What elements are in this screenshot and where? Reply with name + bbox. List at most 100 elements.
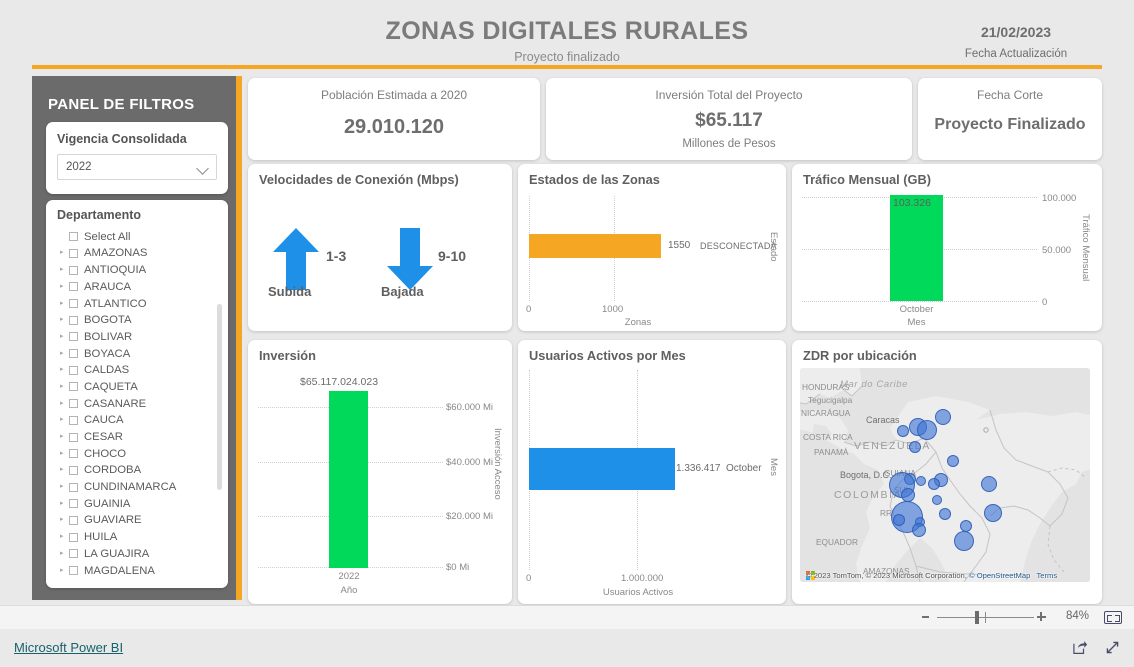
bar[interactable] — [529, 234, 661, 258]
expand-arrow-icon[interactable]: ▸ — [60, 462, 69, 478]
map-bubble[interactable] — [916, 476, 926, 486]
departamento-list[interactable]: Select All ▸ AMAZONAS ▸ ANTIOQUIA ▸ ARAUCA ▸ ATL… — [46, 228, 228, 584]
checkbox-icon[interactable] — [69, 315, 78, 325]
vigencia-value: 2022 — [66, 161, 92, 173]
departamento-item[interactable]: ▸ CHOCO — [46, 445, 228, 462]
map-bubble[interactable] — [932, 495, 942, 505]
checkbox-icon[interactable] — [69, 465, 78, 475]
departamento-scrollbar[interactable] — [217, 304, 222, 490]
checkbox-icon[interactable] — [69, 382, 78, 392]
departamento-item[interactable]: ▸ CALDAS — [46, 362, 228, 379]
map-bubble[interactable] — [893, 514, 905, 526]
expand-arrow-icon[interactable]: ▸ — [60, 496, 69, 512]
map-bubble[interactable] — [897, 425, 909, 437]
expand-arrow-icon[interactable]: ▸ — [60, 296, 69, 312]
expand-arrow-icon[interactable]: ▸ — [60, 262, 69, 278]
departamento-item[interactable]: ▸ CUNDINAMARCA — [46, 478, 228, 495]
checkbox-icon[interactable] — [69, 248, 78, 258]
departamento-item[interactable]: ▸ ANTIOQUIA — [46, 261, 228, 278]
departamento-item[interactable]: ▸ ATLANTICO — [46, 295, 228, 312]
arrow-up-icon — [273, 228, 319, 290]
checkbox-icon[interactable] — [69, 365, 78, 375]
departamento-item[interactable]: ▸ BOGOTA — [46, 311, 228, 328]
checkbox-icon[interactable] — [69, 549, 78, 559]
map-bubble[interactable] — [939, 508, 951, 520]
checkbox-icon[interactable] — [69, 232, 78, 242]
map-bubble[interactable] — [917, 420, 937, 440]
map-bubble[interactable] — [928, 478, 940, 490]
checkbox-icon[interactable] — [69, 432, 78, 442]
map-visual[interactable]: HONDURAS Tegucigalpa NICARÁGUA COSTA RICA PA… — [800, 368, 1090, 582]
expand-arrow-icon[interactable]: ▸ — [60, 379, 69, 395]
share-icon[interactable] — [1071, 639, 1088, 655]
checkbox-icon[interactable] — [69, 282, 78, 292]
departamento-item[interactable]: ▸ CORDOBA — [46, 462, 228, 479]
departamento-item[interactable]: ▸ CESAR — [46, 428, 228, 445]
fit-to-page-icon[interactable] — [1104, 611, 1122, 624]
map-bubble[interactable] — [909, 441, 921, 453]
checkbox-icon[interactable] — [69, 515, 78, 525]
map-bubble[interactable] — [912, 523, 926, 537]
list-fade — [46, 574, 228, 588]
departamento-item[interactable]: ▸ GUAVIARE — [46, 512, 228, 529]
checkbox-icon[interactable] — [69, 499, 78, 509]
expand-arrow-icon[interactable]: ▸ — [60, 512, 69, 528]
checkbox-icon[interactable] — [69, 482, 78, 492]
zoom-in-button-vertical[interactable] — [1040, 612, 1042, 621]
departamento-item[interactable]: ▸ CAUCA — [46, 412, 228, 429]
expand-arrow-icon[interactable]: ▸ — [60, 429, 69, 445]
departamento-item[interactable]: ▸ HUILA — [46, 528, 228, 545]
bar[interactable] — [329, 391, 368, 568]
expand-arrow-icon[interactable]: ▸ — [60, 446, 69, 462]
card-estados-zonas: Estados de las Zonas 1550 DESCONECTADA E… — [518, 164, 786, 331]
power-bi-link[interactable]: Microsoft Power BI — [14, 640, 123, 655]
openstreetmap-link[interactable]: © OpenStreetMap — [969, 571, 1030, 580]
fullscreen-icon[interactable] — [1104, 639, 1121, 656]
expand-arrow-icon[interactable]: ▸ — [60, 412, 69, 428]
departamento-item[interactable]: ▸ ARAUCA — [46, 278, 228, 295]
expand-arrow-icon[interactable]: ▸ — [60, 279, 69, 295]
report-page: ZONAS DIGITALES RURALES Proyecto finaliz… — [0, 0, 1134, 667]
bar[interactable] — [529, 448, 675, 490]
expand-arrow-icon[interactable]: ▸ — [60, 362, 69, 378]
checkbox-icon[interactable] — [69, 399, 78, 409]
departamento-item[interactable]: ▸ AMAZONAS — [46, 245, 228, 262]
expand-arrow-icon[interactable]: ▸ — [60, 479, 69, 495]
header-accent-rule — [32, 65, 1102, 69]
map-bubble[interactable] — [954, 531, 974, 551]
checkbox-icon[interactable] — [69, 349, 78, 359]
vigencia-dropdown[interactable]: 2022 — [57, 154, 217, 180]
map-bubble[interactable] — [935, 409, 951, 425]
zoom-out-button[interactable] — [922, 616, 929, 618]
map-bubble[interactable] — [901, 488, 915, 502]
expand-arrow-icon[interactable]: ▸ — [60, 546, 69, 562]
terms-link[interactable]: Terms — [1036, 571, 1057, 580]
map-bubble[interactable] — [947, 455, 959, 467]
departamento-item[interactable]: ▸ GUAINIA — [46, 495, 228, 512]
checkbox-icon[interactable] — [69, 332, 78, 342]
map-bubble[interactable] — [981, 476, 997, 492]
bar[interactable] — [890, 195, 943, 301]
departamento-item[interactable]: ▸ CAQUETA — [46, 378, 228, 395]
departamento-item[interactable]: ▸ BOLIVAR — [46, 328, 228, 345]
zoom-slider-thumb[interactable] — [975, 611, 979, 624]
expand-arrow-icon[interactable]: ▸ — [60, 329, 69, 345]
expand-arrow-icon[interactable]: ▸ — [60, 312, 69, 328]
expand-arrow-icon[interactable]: ▸ — [60, 396, 69, 412]
map-bubble[interactable] — [984, 504, 1002, 522]
checkbox-icon[interactable] — [69, 265, 78, 275]
departamento-item[interactable]: ▸ CASANARE — [46, 395, 228, 412]
departamento-item[interactable]: ▸ LA GUAJIRA — [46, 545, 228, 562]
expand-arrow-icon[interactable]: ▸ — [60, 346, 69, 362]
departamento-item[interactable]: ▸ BOYACA — [46, 345, 228, 362]
expand-arrow-icon[interactable]: ▸ — [60, 529, 69, 545]
checkbox-icon[interactable] — [69, 449, 78, 459]
checkbox-icon[interactable] — [69, 532, 78, 542]
checkbox-icon[interactable] — [69, 415, 78, 425]
map-place-label: Caracas — [866, 415, 900, 425]
checkbox-icon[interactable] — [69, 299, 78, 309]
card-inversion: Inversión $65.117.024.023 $60.000 Mi $40… — [248, 340, 512, 604]
expand-arrow-icon[interactable]: ▸ — [60, 245, 69, 261]
report-footer: Microsoft Power BI — [0, 629, 1134, 667]
departamento-item[interactable]: Select All — [46, 228, 228, 245]
